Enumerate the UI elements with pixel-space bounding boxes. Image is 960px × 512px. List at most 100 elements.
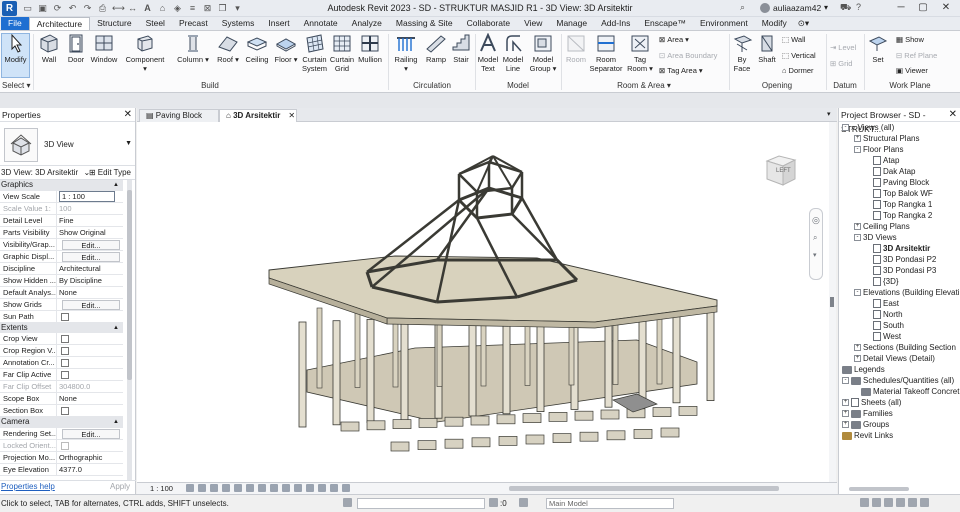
constraints-icon[interactable] (330, 484, 338, 492)
footing[interactable] (522, 413, 542, 423)
maximize-button[interactable]: ▢ (912, 1, 934, 15)
prop-row[interactable]: Crop Region V... (0, 345, 123, 357)
shadows-icon[interactable] (222, 484, 230, 492)
prop-row[interactable]: Annotation Cr... (0, 357, 123, 369)
window-button[interactable]: Window (89, 33, 119, 64)
view-scale-input[interactable]: 1 : 100 (59, 190, 115, 202)
filter-selection-icon[interactable] (920, 498, 929, 507)
tree-item[interactable]: -3D Views (854, 232, 897, 243)
collapse-icon[interactable]: - (854, 289, 861, 296)
expand-icon[interactable]: + (842, 399, 849, 406)
column[interactable] (502, 313, 511, 415)
roof-slab[interactable] (268, 255, 718, 323)
model-text-button[interactable]: Model Text (477, 33, 499, 73)
curtain-grid-button[interactable]: Curtain Grid (328, 33, 356, 73)
shaft-button[interactable]: Shaft (755, 33, 779, 64)
footing[interactable] (678, 406, 698, 416)
tab-3d-arsitektir[interactable]: ⌂ 3D Arsitektir ✕ (219, 109, 297, 122)
ramp-button[interactable]: Ramp (423, 33, 449, 64)
nav-dropdown-icon[interactable]: ▾ (813, 251, 817, 259)
3d-model-view[interactable] (137, 122, 829, 482)
tree-item[interactable]: Top Rangka 1 (866, 199, 932, 210)
footing[interactable] (574, 410, 594, 421)
instance-selector[interactable]: 3D View: 3D Arsitektir ⌄ ⊞ Edit Type (0, 166, 135, 180)
group-camera[interactable]: Camera ▲ (0, 417, 123, 428)
tree-item[interactable]: 3D Pondasi P3 (866, 265, 936, 276)
column[interactable] (536, 312, 545, 412)
expand-icon[interactable]: + (854, 223, 861, 230)
modify-button[interactable]: Modify (3, 33, 28, 64)
prop-value[interactable]: Architectural (57, 263, 123, 274)
crop-view-checkbox[interactable] (61, 335, 69, 343)
tree-item[interactable]: - Floor Plans (854, 144, 903, 155)
close-icon[interactable]: ✕ (124, 108, 132, 122)
prop-row[interactable]: Visibility/Grap... Edit... (0, 238, 123, 251)
column[interactable] (638, 308, 647, 406)
wall-opening-button[interactable]: ⬚ Wall (782, 35, 805, 44)
tree-item[interactable]: Revit Links (842, 430, 893, 441)
sun-path-icon[interactable] (210, 484, 218, 492)
footing[interactable] (471, 437, 491, 448)
expand-icon[interactable]: + (854, 344, 861, 351)
tree-item[interactable]: Legends (842, 364, 885, 375)
prop-row[interactable]: Far Clip Active (0, 369, 123, 381)
prop-value[interactable]: Orthographic (57, 452, 123, 463)
group-extents[interactable]: Extents ▲ (0, 322, 123, 333)
help-icon[interactable]: ? (856, 2, 861, 12)
expand-icon[interactable]: + (854, 135, 861, 142)
by-face-button[interactable]: By Face (732, 33, 753, 73)
search-icon[interactable]: ⌕ (740, 2, 745, 13)
prop-row[interactable]: Show Grids Edit... (0, 298, 123, 311)
worksets-icon[interactable] (343, 498, 352, 507)
column[interactable] (468, 315, 477, 417)
roof-dropdown-icon[interactable]: ▾ (235, 55, 239, 64)
vertical-opening-button[interactable]: ⬚ Vertical (782, 51, 816, 60)
tag-area-dropdown-icon[interactable]: ▾ (699, 66, 703, 75)
prop-row[interactable]: Default Analys... None (0, 286, 123, 299)
tree-item[interactable]: East (866, 298, 899, 309)
prop-row[interactable]: View Scale 1 : 100 (0, 190, 123, 203)
lantern-top-rafter[interactable] (476, 155, 494, 193)
tab-paving-block[interactable]: ▤ Paving Block (139, 109, 219, 122)
tab-massing-site[interactable]: Massing & Site (389, 17, 460, 30)
prop-row[interactable]: Show Hidden ... By Discipline (0, 274, 123, 287)
far-clip-active-checkbox[interactable] (61, 371, 69, 379)
entrance-canopy[interactable] (612, 393, 658, 413)
tab-structure[interactable]: Structure (90, 17, 139, 30)
column[interactable] (672, 307, 681, 404)
tab-analyze[interactable]: Analyze (345, 17, 389, 30)
edit-button[interactable]: Edit... (62, 251, 120, 262)
door-button[interactable]: Door (63, 33, 89, 64)
design-option-combo[interactable]: Main Model (546, 498, 674, 509)
tree-item[interactable]: 3D Pondasi P2 (866, 254, 936, 265)
tag-area-button[interactable]: ⊠ Tag Area ▾ (659, 66, 703, 75)
prop-row[interactable]: Sun Path (0, 310, 123, 323)
tree-item[interactable]: {3D} (866, 276, 899, 287)
section-box-checkbox[interactable] (61, 407, 69, 415)
tree-item[interactable]: Top Balok WF (866, 188, 933, 199)
footing[interactable] (496, 414, 516, 425)
room-area-panel-label[interactable]: Room & Area ▾ (562, 81, 726, 90)
area-button[interactable]: ⊠ Area ▾ (659, 35, 689, 44)
edit-type-button[interactable]: ⊞ Edit Type (89, 166, 131, 180)
mullion-button[interactable]: Mullion (356, 33, 384, 64)
column-dropdown-icon[interactable]: ▾ (205, 55, 209, 64)
prop-row[interactable]: Parts Visibility Show Original (0, 226, 123, 239)
zoom-icon[interactable]: ⌕ (813, 233, 817, 243)
room-button[interactable]: Room (563, 33, 589, 64)
tab-insert[interactable]: Insert (261, 17, 296, 30)
tree-item[interactable]: - Schedules/Quantities (all) (842, 375, 954, 386)
analytical-model-icon[interactable] (306, 484, 314, 492)
collapse-icon[interactable]: - (842, 124, 849, 131)
edit-button[interactable]: Edit... (62, 428, 120, 439)
railing-dropdown-icon[interactable]: ▾ (404, 64, 408, 73)
lantern-top-beam[interactable] (458, 173, 478, 193)
tab-modify[interactable]: Modify (755, 17, 794, 30)
prop-value[interactable]: None (57, 393, 123, 404)
column[interactable] (400, 317, 409, 421)
type-dropdown-icon[interactable]: ▼ (125, 140, 132, 147)
tab-enscape[interactable]: Enscape™ (637, 17, 693, 30)
footing[interactable] (548, 412, 568, 422)
footing[interactable] (444, 416, 464, 427)
room-separator-button[interactable]: Room Separator (588, 33, 624, 73)
